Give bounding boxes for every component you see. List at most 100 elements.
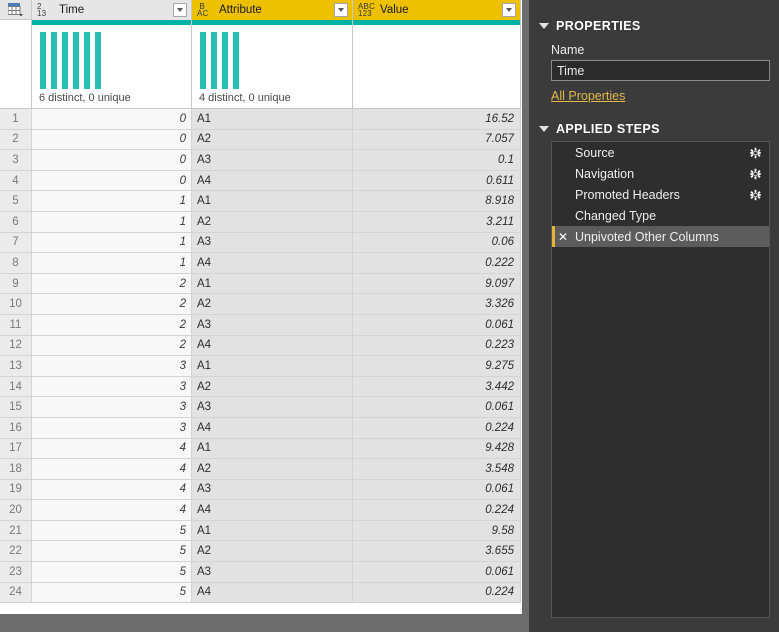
filter-dropdown-value[interactable] xyxy=(502,3,516,17)
cell-value[interactable]: 0.061 xyxy=(353,314,521,336)
table-row[interactable]: 7 1 A3 0.06 xyxy=(0,232,522,254)
applied-step-item[interactable]: Navigation xyxy=(552,163,769,184)
cell-value[interactable]: 3.326 xyxy=(353,294,521,315)
applied-step-item[interactable]: Source xyxy=(552,142,769,163)
cell-value[interactable]: 3.548 xyxy=(353,459,521,480)
applied-step-item[interactable]: Changed Type xyxy=(552,205,769,226)
cell-attribute[interactable]: A3 xyxy=(192,479,353,501)
cell-attribute[interactable]: A2 xyxy=(192,459,353,480)
cell-value[interactable]: 0.224 xyxy=(353,417,521,439)
cell-value[interactable]: 3.655 xyxy=(353,541,521,563)
cell-value[interactable]: 9.097 xyxy=(353,273,521,295)
table-row[interactable]: 8 1 A4 0.222 xyxy=(0,253,522,274)
cell-value[interactable]: 0.223 xyxy=(353,335,521,357)
table-row[interactable]: 16 3 A4 0.224 xyxy=(0,417,522,439)
cell-time[interactable]: 4 xyxy=(32,459,192,480)
cell-attribute[interactable]: A4 xyxy=(192,417,353,439)
table-row[interactable]: 15 3 A3 0.061 xyxy=(0,397,522,418)
table-row[interactable]: 3 0 A3 0.1 xyxy=(0,150,522,171)
cell-attribute[interactable]: A1 xyxy=(192,191,353,212)
column-header-time[interactable]: 2 13 Time xyxy=(32,0,192,20)
cell-value[interactable]: 0.061 xyxy=(353,479,521,501)
table-row[interactable]: 23 5 A3 0.061 xyxy=(0,562,522,583)
cell-attribute[interactable]: A1 xyxy=(192,273,353,295)
cell-value[interactable]: 0.224 xyxy=(353,500,521,521)
cell-time[interactable]: 5 xyxy=(32,562,192,583)
table-row[interactable]: 13 3 A1 9.275 xyxy=(0,356,522,377)
cell-attribute[interactable]: A4 xyxy=(192,500,353,521)
cell-attribute[interactable]: A3 xyxy=(192,232,353,254)
cell-time[interactable]: 1 xyxy=(32,211,192,233)
delete-step-icon[interactable]: ✕ xyxy=(558,231,568,243)
table-row[interactable]: 12 2 A4 0.223 xyxy=(0,335,522,357)
table-row[interactable]: 1 0 A1 16.52 xyxy=(0,109,522,130)
applied-step-item[interactable]: Promoted Headers xyxy=(552,184,769,205)
cell-value[interactable]: 9.428 xyxy=(353,438,521,460)
cell-time[interactable]: 4 xyxy=(32,479,192,501)
cell-value[interactable]: 0.06 xyxy=(353,232,521,254)
cell-value[interactable]: 0.061 xyxy=(353,562,521,583)
cell-attribute[interactable]: A2 xyxy=(192,541,353,563)
table-row[interactable]: 17 4 A1 9.428 xyxy=(0,438,522,460)
table-row[interactable]: 14 3 A2 3.442 xyxy=(0,376,522,398)
cell-value[interactable]: 0.1 xyxy=(353,150,521,171)
cell-value[interactable]: 3.442 xyxy=(353,376,521,398)
cell-attribute[interactable]: A4 xyxy=(192,335,353,357)
all-properties-link[interactable]: All Properties xyxy=(551,89,625,103)
cell-time[interactable]: 1 xyxy=(32,232,192,254)
column-profile-attribute[interactable]: 4 distinct, 0 unique xyxy=(192,20,353,109)
cell-time[interactable]: 3 xyxy=(32,356,192,377)
cell-value[interactable]: 8.918 xyxy=(353,191,521,212)
cell-time[interactable]: 4 xyxy=(32,438,192,460)
cell-value[interactable]: 9.275 xyxy=(353,356,521,377)
cell-value[interactable]: 7.057 xyxy=(353,129,521,151)
cell-time[interactable]: 5 xyxy=(32,520,192,542)
applied-steps-section-header[interactable]: APPLIED STEPS xyxy=(539,122,660,136)
cell-time[interactable]: 1 xyxy=(32,191,192,212)
cell-value[interactable]: 0.061 xyxy=(353,397,521,418)
cell-value[interactable]: 0.224 xyxy=(353,582,521,604)
cell-time[interactable]: 2 xyxy=(32,273,192,295)
cell-attribute[interactable]: A3 xyxy=(192,314,353,336)
applied-step-item[interactable]: ✕ Unpivoted Other Columns xyxy=(552,226,769,247)
cell-attribute[interactable]: A2 xyxy=(192,211,353,233)
gear-icon[interactable] xyxy=(750,189,761,200)
cell-attribute[interactable]: A1 xyxy=(192,109,353,130)
cell-time[interactable]: 0 xyxy=(32,129,192,151)
cell-attribute[interactable]: A3 xyxy=(192,562,353,583)
table-row[interactable]: 19 4 A3 0.061 xyxy=(0,479,522,501)
table-row[interactable]: 5 1 A1 8.918 xyxy=(0,191,522,212)
select-all-columns-button[interactable] xyxy=(0,0,32,20)
table-row[interactable]: 18 4 A2 3.548 xyxy=(0,459,522,480)
cell-attribute[interactable]: A1 xyxy=(192,520,353,542)
table-row[interactable]: 24 5 A4 0.224 xyxy=(0,582,522,604)
cell-value[interactable]: 0.222 xyxy=(353,253,521,274)
cell-value[interactable]: 16.52 xyxy=(353,109,521,130)
table-row[interactable]: 10 2 A2 3.326 xyxy=(0,294,522,315)
cell-attribute[interactable]: A4 xyxy=(192,170,353,192)
cell-time[interactable]: 0 xyxy=(32,150,192,171)
cell-attribute[interactable]: A2 xyxy=(192,294,353,315)
cell-value[interactable]: 0.611 xyxy=(353,170,521,192)
column-profile-value[interactable] xyxy=(353,20,521,109)
cell-time[interactable]: 5 xyxy=(32,582,192,604)
cell-value[interactable]: 9.58 xyxy=(353,520,521,542)
cell-time[interactable]: 2 xyxy=(32,335,192,357)
cell-attribute[interactable]: A4 xyxy=(192,582,353,604)
table-row[interactable]: 22 5 A2 3.655 xyxy=(0,541,522,563)
cell-attribute[interactable]: A1 xyxy=(192,356,353,377)
cell-time[interactable]: 2 xyxy=(32,294,192,315)
column-header-value[interactable]: ABC 123 Value xyxy=(353,0,521,20)
cell-attribute[interactable]: A3 xyxy=(192,150,353,171)
cell-time[interactable]: 1 xyxy=(32,253,192,274)
table-row[interactable]: 9 2 A1 9.097 xyxy=(0,273,522,295)
properties-section-header[interactable]: PROPERTIES xyxy=(539,19,641,33)
cell-time[interactable]: 3 xyxy=(32,397,192,418)
cell-time[interactable]: 0 xyxy=(32,170,192,192)
cell-value[interactable]: 3.211 xyxy=(353,211,521,233)
filter-dropdown-time[interactable] xyxy=(173,3,187,17)
cell-time[interactable]: 5 xyxy=(32,541,192,563)
gear-icon[interactable] xyxy=(750,168,761,179)
table-row[interactable]: 21 5 A1 9.58 xyxy=(0,520,522,542)
cell-time[interactable]: 3 xyxy=(32,376,192,398)
